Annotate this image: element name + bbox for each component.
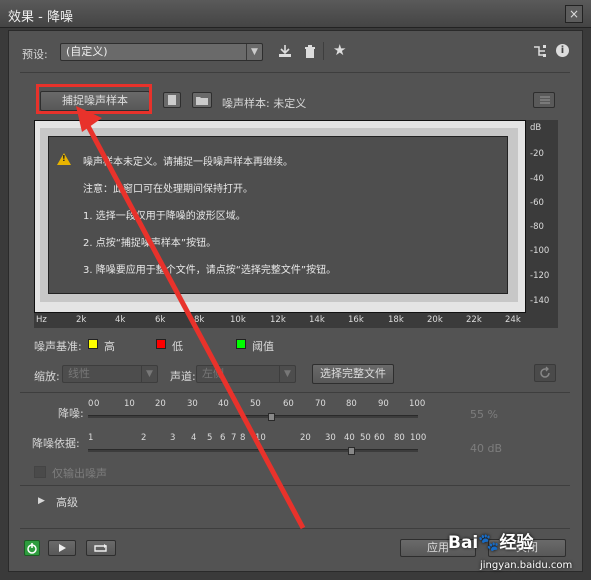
baidu-watermark-logo: Bai🐾经验: [448, 528, 533, 553]
paw-icon: 🐾: [478, 533, 500, 553]
annotation-arrow: [76, 106, 306, 530]
watermark-brand-2: 经验: [499, 533, 534, 553]
watermark-url: jingyan.baidu.com: [480, 560, 573, 571]
watermark-brand: Bai: [448, 533, 479, 553]
